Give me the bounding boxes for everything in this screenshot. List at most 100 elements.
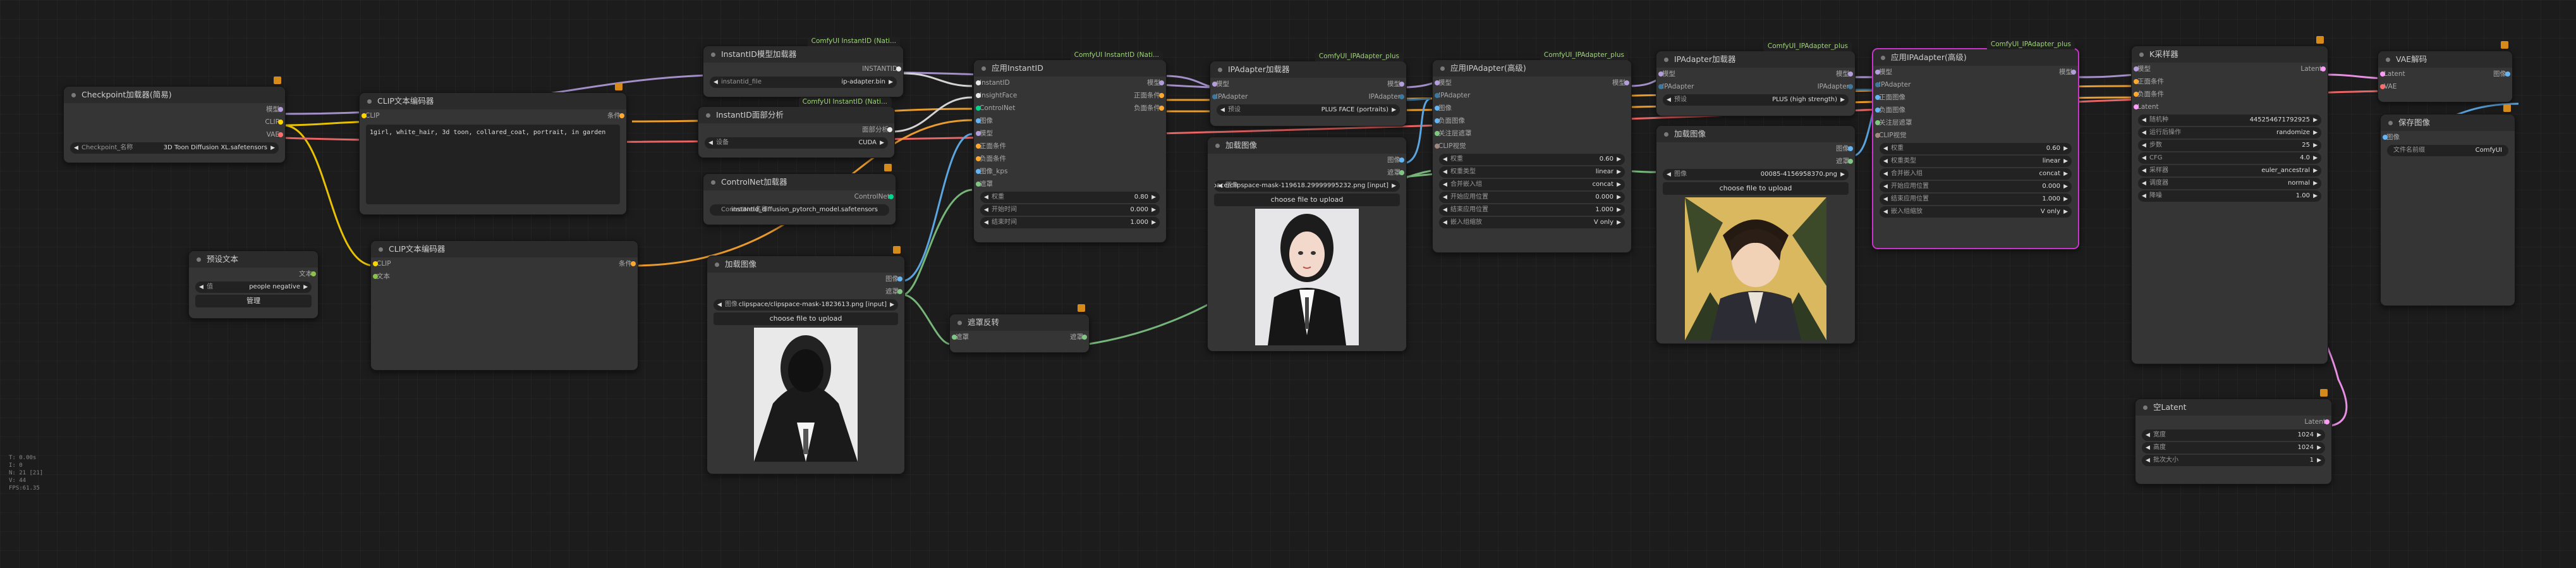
output-mask[interactable]: 遮罩 — [1387, 166, 1404, 179]
arrow-left-icon[interactable]: ◀ — [1883, 156, 1888, 167]
node-apply-instantid[interactable]: ComfyUI InstantID (Nati... 应用InstantID I… — [973, 51, 1167, 243]
input-model[interactable]: 模型 — [976, 127, 993, 140]
arrow-right-icon[interactable]: ▶ — [1151, 192, 1156, 203]
node-bypass-icon[interactable] — [2316, 36, 2324, 44]
weight-slider[interactable]: ◀ 权重 0.60 ▶ — [1439, 154, 1625, 165]
input-negative[interactable]: 负面条件 — [2134, 88, 2164, 101]
arrow-left-icon[interactable]: ◀ — [1220, 104, 1225, 116]
output-image[interactable]: 图像 — [885, 273, 902, 285]
weight-type-combo[interactable]: ◀ 权重类型 linear ▶ — [1880, 156, 2072, 167]
input-image[interactable]: 图像 — [1435, 102, 1452, 114]
arrow-left-icon[interactable]: ◀ — [717, 299, 722, 311]
arrow-right-icon[interactable]: ▶ — [1617, 154, 1621, 165]
arrow-left-icon[interactable]: ◀ — [74, 142, 78, 154]
node-clip-text-encode-negative[interactable]: CLIP文本编码器 CLIP 条件 文本 — [370, 240, 638, 371]
height-input[interactable]: ◀ 高度 1024 ▶ — [2142, 442, 2325, 454]
combine-embeds-combo[interactable]: ◀ 合并嵌入组 concat ▶ — [1880, 168, 2072, 180]
input-mask[interactable]: 遮罩 — [976, 178, 993, 190]
arrow-right-icon[interactable]: ▶ — [2313, 127, 2318, 139]
input-clip[interactable]: CLIP — [361, 109, 380, 122]
arrow-right-icon[interactable]: ▶ — [2063, 181, 2068, 192]
arrow-left-icon[interactable]: ◀ — [1883, 181, 1888, 192]
start-at-slider[interactable]: ◀ 开始应用位置 0.000 ▶ — [1439, 192, 1625, 203]
input-negative-image[interactable]: 负面图像 — [1435, 114, 1465, 127]
input-model[interactable]: 模型 — [1435, 77, 1452, 89]
node-title[interactable]: 应用IPAdapter(高级) — [1873, 49, 2078, 66]
arrow-left-icon[interactable]: ◀ — [1443, 204, 1447, 216]
image-file-combo[interactable]: ◀ 图像 00085-4156958370.png ▶ — [1663, 169, 1849, 180]
manage-button[interactable]: 管理 — [195, 295, 312, 307]
node-bypass-icon[interactable] — [2320, 389, 2328, 397]
arrow-right-icon[interactable]: ▶ — [890, 299, 894, 311]
input-model[interactable]: 模型 — [1875, 66, 1892, 78]
input-positive[interactable]: 正面条件 — [2134, 75, 2164, 88]
weight-slider[interactable]: ◀ 权重 0.60 ▶ — [1880, 143, 2072, 154]
arrow-left-icon[interactable]: ◀ — [1883, 168, 1888, 180]
upload-button[interactable]: choose file to upload — [714, 312, 898, 325]
arrow-left-icon[interactable]: ◀ — [1443, 166, 1447, 178]
preset-combo[interactable]: ◀ 预设 PLUS FACE (portraits) ▶ — [1217, 104, 1400, 116]
arrow-left-icon[interactable]: ◀ — [1667, 169, 1671, 180]
output-mask[interactable]: 遮罩 — [1836, 155, 1853, 168]
output-conditioning[interactable]: 条件 — [607, 109, 624, 122]
node-load-image-1[interactable]: 加载图像 图像 遮罩 ◀ 图像 clipspace/clipspace-mask-1… — [707, 246, 905, 474]
output-conditioning[interactable]: 条件 — [619, 257, 636, 270]
arrow-right-icon[interactable]: ▶ — [2063, 156, 2068, 167]
checkpoint-name-combo[interactable]: ◀ Checkpoint_名称 3D Toon Diffusion XL.safet… — [70, 142, 279, 154]
arrow-right-icon[interactable]: ▶ — [1617, 217, 1621, 228]
arrow-right-icon[interactable]: ▶ — [889, 77, 893, 88]
input-negative[interactable]: 负面条件 — [976, 152, 1006, 165]
input-clip-vision[interactable]: CLIP视觉 — [1875, 129, 1907, 142]
input-model[interactable]: 模型 — [1658, 68, 1675, 80]
sampler-combo[interactable]: ◀ 采样器 euler_ancestral ▶ — [2138, 165, 2321, 176]
arrow-right-icon[interactable]: ▶ — [1151, 204, 1156, 216]
output-mask[interactable]: 遮罩 — [1070, 331, 1087, 343]
device-combo[interactable]: ◀ 设备 CUDA ▶ — [705, 137, 888, 149]
output-image[interactable]: 图像 — [2493, 68, 2510, 80]
node-ipadapter-loader-2[interactable]: ComfyUI_IPAdapter_plus IPAdapter加载器 模型 模型… — [1656, 42, 1856, 116]
arrow-right-icon[interactable]: ▶ — [1617, 179, 1621, 190]
output-image[interactable]: 图像 — [1836, 142, 1853, 155]
output-model[interactable]: 模型 — [266, 103, 283, 116]
arrow-right-icon[interactable]: ▶ — [2313, 152, 2318, 164]
arrow-left-icon[interactable]: ◀ — [708, 137, 713, 149]
input-mask[interactable]: 遮罩 — [952, 331, 969, 343]
arrow-right-icon[interactable]: ▶ — [2313, 178, 2318, 189]
arrow-right-icon[interactable]: ▶ — [2317, 455, 2321, 466]
arrow-right-icon[interactable]: ▶ — [2317, 442, 2321, 454]
node-title[interactable]: Checkpoint加载器(简易) — [64, 87, 285, 103]
node-title[interactable]: VAE解码 — [2378, 51, 2512, 68]
prompt-textarea[interactable]: 1girl, white_hair, 3d toon, collared_coa… — [366, 125, 620, 204]
node-title[interactable]: ControlNet加载器 — [703, 174, 896, 190]
arrow-right-icon[interactable]: ▶ — [2063, 168, 2068, 180]
batch-size-input[interactable]: ◀ 批次大小 1 ▶ — [2142, 455, 2325, 466]
node-load-image-3[interactable]: 加载图像 图像 遮罩 ◀ 图像 00085-4156958370.png ▶ choo… — [1656, 125, 1856, 344]
arrow-left-icon[interactable]: ◀ — [1883, 143, 1888, 154]
arrow-right-icon[interactable]: ▶ — [1392, 104, 1396, 116]
arrow-left-icon[interactable]: ◀ — [2142, 127, 2146, 139]
input-instantid[interactable]: InstantID — [976, 77, 1010, 89]
arrow-left-icon[interactable]: ◀ — [2142, 152, 2146, 164]
output-ipadapter[interactable]: IPAdapter — [1818, 80, 1854, 93]
input-negative-image[interactable]: 负面图像 — [1875, 104, 1905, 116]
arrow-left-icon[interactable]: ◀ — [984, 204, 988, 216]
node-bypass-icon[interactable] — [1078, 304, 1085, 312]
node-bypass-icon[interactable] — [2501, 41, 2508, 49]
output-text[interactable]: 文本 — [299, 268, 316, 280]
node-ipadapter-loader-1[interactable]: ComfyUI_IPAdapter_plus IPAdapter加载器 模型 模型… — [1210, 52, 1407, 127]
output-model[interactable]: 模型 — [1147, 77, 1164, 89]
arrow-left-icon[interactable]: ◀ — [2146, 429, 2150, 441]
arrow-right-icon[interactable]: ▶ — [880, 137, 884, 149]
arrow-left-icon[interactable]: ◀ — [2142, 190, 2146, 202]
upload-button[interactable]: choose file to upload — [1214, 194, 1400, 206]
node-title[interactable]: 应用InstantID — [974, 60, 1166, 77]
seed-input[interactable]: ◀ 随机种 445254671792925 ▶ — [2138, 114, 2321, 126]
node-apply-ipadapter-advanced-2[interactable]: ComfyUI_IPAdapter_plus 应用IPAdapter(高级) 模… — [1872, 40, 2079, 249]
input-text[interactable]: 文本 — [373, 270, 390, 283]
node-title[interactable]: CLIP文本编码器 — [371, 241, 638, 257]
input-attn-mask[interactable]: 关注层遮罩 — [1435, 127, 1472, 140]
node-title[interactable]: 应用IPAdapter(高级) — [1433, 60, 1631, 77]
arrow-right-icon[interactable]: ▶ — [2313, 165, 2318, 176]
node-title[interactable]: 保存图像 — [2381, 114, 2515, 131]
node-title[interactable]: IPAdapter加载器 — [1210, 61, 1406, 78]
